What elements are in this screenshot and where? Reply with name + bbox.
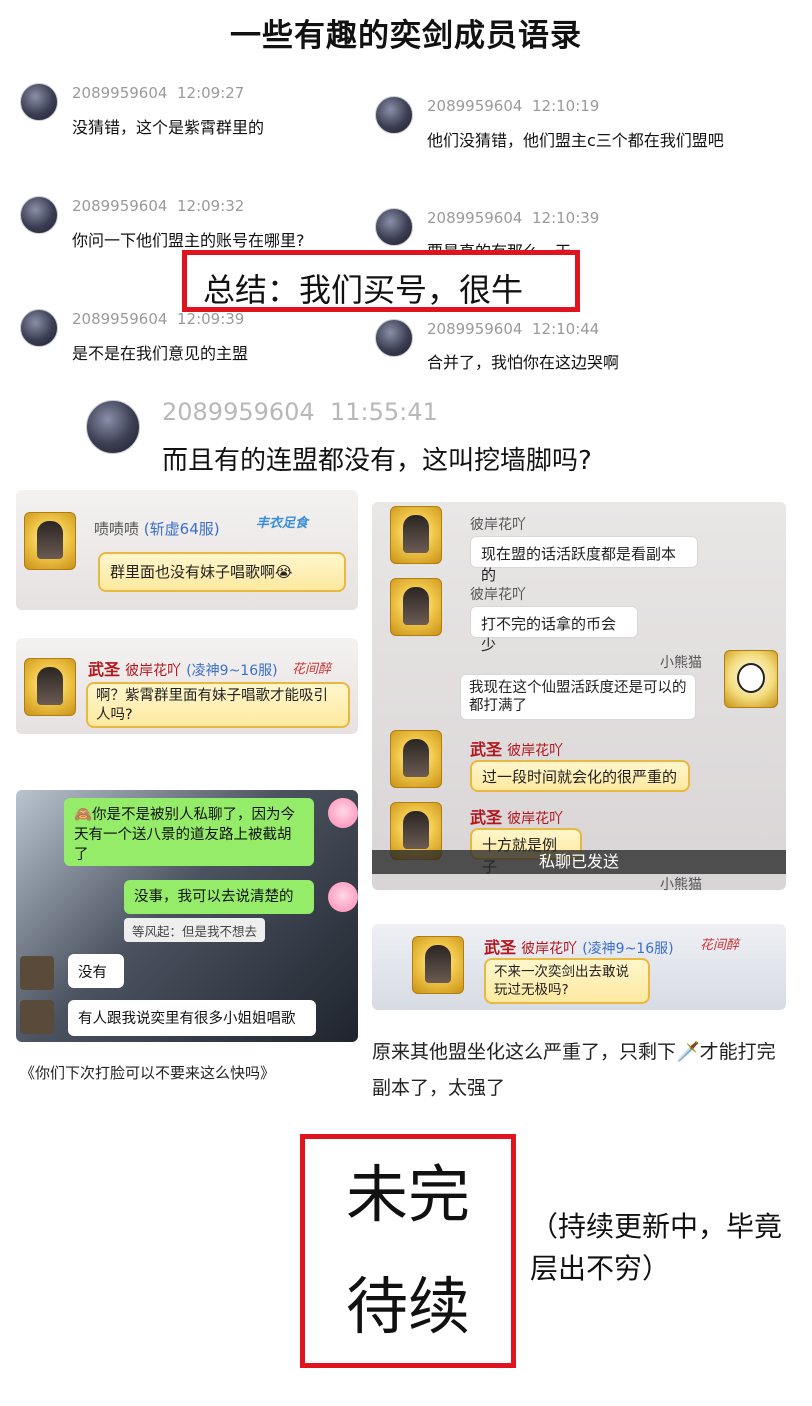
message-text: 合并了，我怕你在这边哭啊 xyxy=(427,353,620,372)
caption: 《你们下次打脸可以不要来这么快吗》 xyxy=(20,1064,276,1082)
to-be-continued-box: 未完 待续 xyxy=(300,1134,516,1368)
message-text: 你问一下他们盟主的账号在哪里? xyxy=(72,231,305,250)
message-text: 他们没猜错，他们盟主c三个都在我们盟吧 xyxy=(427,131,724,150)
sender-name: 啧啧啧 (斩虚64服) xyxy=(94,520,220,538)
summary-box: 总结：我们买号，很牛 xyxy=(182,250,580,312)
sender-line: 武圣 彼岸花吖 (凌神9~16服) xyxy=(484,938,674,957)
avatar xyxy=(20,956,54,990)
character-avatar xyxy=(24,658,76,716)
avatar xyxy=(375,208,413,246)
message-text: 而且有的连盟都没有，这叫挖墙脚吗? xyxy=(162,446,592,476)
sender-name: 彼岸花吖 xyxy=(470,517,526,533)
sender-name: 彼岸花吖 xyxy=(470,587,526,603)
update-note: （持续更新中，毕竟层出不穷） xyxy=(530,1210,783,1285)
page-title: 一些有趣的奕剑成员语录 xyxy=(230,18,582,54)
avatar xyxy=(328,798,358,828)
game-screenshot: 武圣 彼岸花吖 (凌神9~16服) 花间醉 啊？紫霄群里面有妹子唱歌才能吸引人吗… xyxy=(16,638,358,734)
message-meta: 2089959604 12:10:19 xyxy=(427,97,600,115)
message-meta: 2089959604 12:09:39 xyxy=(72,310,245,328)
message-meta: 2089959604 11:55:41 xyxy=(162,398,438,426)
avatar xyxy=(20,1000,54,1034)
status-text: 私聊已发送 xyxy=(538,852,619,871)
message-text: 没猜错，这个是紫霄群里的 xyxy=(72,118,265,137)
game-screenshot: 啧啧啧 (斩虚64服) 丰衣足食 群里面也没有妹子唱歌啊😭 xyxy=(16,490,358,610)
game-screenshot: 武圣 彼岸花吖 (凌神9~16服) 花间醉 不来一次奕剑出去敢说玩过无极吗? xyxy=(372,924,786,1010)
sender-line: 武圣 彼岸花吖 (凌神9~16服) xyxy=(88,660,278,679)
message-meta: 2089959604 12:10:44 xyxy=(427,320,600,338)
chat-bubble: 过一段时间就会化的很严重的 xyxy=(470,760,690,792)
avatar xyxy=(20,309,58,347)
chat-bubble: 有人跟我说奕里有很多小姐姐唱歌 xyxy=(68,1000,316,1036)
badge: 花间醉 xyxy=(292,662,332,677)
sender-name: 小熊猫 xyxy=(660,655,702,671)
quoted-message: 等风起：但是我不想去 xyxy=(124,918,266,942)
summary-text: 总结：我们买号，很牛 xyxy=(203,271,524,309)
chat-bubble: 不来一次奕剑出去敢说玩过无极吗? xyxy=(484,958,650,1004)
message-meta: 2089959604 12:10:39 xyxy=(427,209,600,227)
badge: 花间醉 xyxy=(700,938,740,953)
sender-line: 武圣 彼岸花吖 xyxy=(470,740,564,759)
avatar xyxy=(375,319,413,357)
chat-bubble: 群里面也没有妹子唱歌啊😭 xyxy=(98,552,346,592)
message-meta: 2089959604 12:09:32 xyxy=(72,197,245,215)
game-screenshot: 彼岸花吖 现在盟的话活跃度都是看副本的 彼岸花吖 打不完的话拿的币会少 小熊猫 … xyxy=(372,502,786,890)
message-meta: 2089959604 12:09:27 xyxy=(72,84,245,102)
avatar xyxy=(86,400,140,454)
avatar xyxy=(20,196,58,234)
sender-name: 小熊猫 xyxy=(660,877,702,890)
character-avatar xyxy=(390,730,442,788)
panda-avatar xyxy=(724,650,778,708)
avatar xyxy=(375,96,413,134)
character-avatar xyxy=(24,512,76,570)
chat-bubble: 🙈你是不是被别人私聊了，因为今天有一个送八景的道友路上被截胡了 xyxy=(64,798,314,866)
character-avatar xyxy=(412,936,464,994)
caption: 原来其他盟坐化这么严重了，只剩下🗡️才能打完副本了，太强了 xyxy=(372,1041,776,1099)
sender-line: 武圣 彼岸花吖 xyxy=(470,808,564,827)
status-bar: 私聊已发送 xyxy=(372,850,786,874)
character-avatar xyxy=(390,506,442,564)
chat-bubble: 我现在这个仙盟活跃度还是可以的都打满了 xyxy=(460,674,696,720)
to-be-continued-line1: 未完 xyxy=(345,1158,470,1231)
chat-bubble: 没有 xyxy=(68,954,124,988)
badge: 丰衣足食 xyxy=(256,516,309,531)
character-avatar xyxy=(390,578,442,636)
chat-bubble: 啊？紫霄群里面有妹子唱歌才能吸引人吗? xyxy=(86,682,350,728)
chat-bubble: 打不完的话拿的币会少 xyxy=(470,606,638,654)
wechat-screenshot: 🙈你是不是被别人私聊了，因为今天有一个送八景的道友路上被截胡了 没事，我可以去说… xyxy=(16,790,358,1042)
avatar xyxy=(20,83,58,121)
chat-bubble: 现在盟的话活跃度都是看副本的 xyxy=(470,536,698,584)
message-text: 是不是在我们意见的主盟 xyxy=(72,344,249,363)
avatar xyxy=(328,882,358,912)
chat-bubble: 没事，我可以去说清楚的 xyxy=(124,880,314,914)
to-be-continued-line2: 待续 xyxy=(345,1270,470,1343)
